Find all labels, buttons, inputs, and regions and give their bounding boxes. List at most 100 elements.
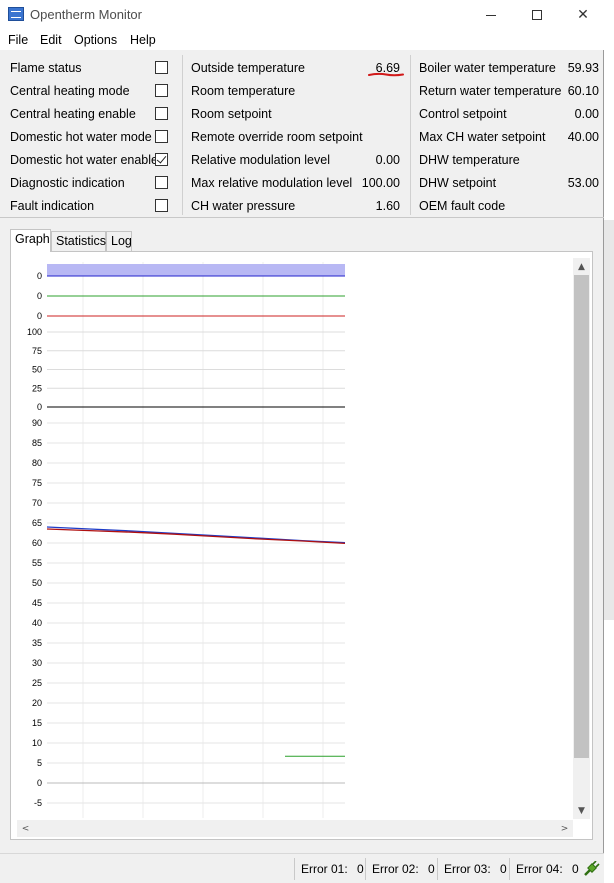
window-title: Opentherm Monitor — [30, 7, 142, 22]
flag-row: Central heating enable — [10, 103, 172, 126]
tab-statistics[interactable]: Statistics — [51, 231, 106, 251]
minimize-button[interactable] — [468, 0, 514, 30]
horizontal-scrollbar[interactable]: < > — [17, 820, 573, 837]
flag-row: Domestic hot water mode — [10, 126, 172, 149]
flag-label: Fault indication — [10, 199, 95, 213]
tab-graph[interactable]: Graph — [10, 229, 51, 252]
vertical-scrollbar[interactable]: ▲ ▼ — [573, 258, 590, 819]
y-tick-label: 0 — [37, 311, 42, 321]
y-tick-label: 30 — [32, 658, 42, 668]
value-text: 0.00 — [375, 153, 400, 167]
scroll-down-icon[interactable]: ▼ — [573, 802, 590, 819]
error-02-status: Error 02: 0 — [365, 858, 437, 880]
scroll-left-icon[interactable]: < — [17, 820, 34, 837]
background-window-strip — [604, 220, 614, 620]
y-tick-label: 0 — [37, 778, 42, 788]
menu-edit[interactable]: Edit — [40, 33, 62, 47]
flag-checkbox[interactable] — [155, 153, 168, 166]
value-text: 53.00 — [567, 176, 599, 190]
y-tick-label: 65 — [32, 518, 42, 528]
value-label: Control setpoint — [419, 107, 507, 121]
column-divider — [410, 55, 411, 215]
app-icon — [8, 7, 24, 21]
y-tick-label: 15 — [32, 718, 42, 728]
graph-panel: 0 0 0 100 75 50 25 0 90 85 80 75 70 65 60 55 50 45 40 35 30 2… — [10, 251, 593, 840]
y-tick-label: 75 — [32, 478, 42, 488]
value-text: 0.00 — [574, 107, 599, 121]
flag-checkbox[interactable] — [155, 84, 168, 97]
error-04-status: Error 04: 0 — [509, 858, 581, 880]
y-tick-label: 60 — [32, 538, 42, 548]
flag-row: Flame status — [10, 57, 172, 80]
flag-checkbox[interactable] — [155, 199, 168, 212]
flag-label: Central heating enable — [10, 107, 136, 121]
value-row: Max relative modulation level 100.00 — [191, 172, 401, 195]
value-text: 40.00 — [567, 130, 599, 144]
value-row: CH water pressure 1.60 — [191, 195, 401, 218]
app-window: Opentherm Monitor ✕ File Edit Options He… — [0, 0, 604, 883]
menu-options[interactable]: Options — [74, 33, 117, 47]
value-row: Return water temperature 60.10 — [419, 80, 599, 103]
value-label: DHW setpoint — [419, 176, 497, 190]
error-03-status: Error 03: 0 — [437, 858, 509, 880]
scroll-thumb[interactable] — [574, 275, 589, 758]
flag-label: Diagnostic indication — [10, 176, 125, 190]
flag-label: Flame status — [10, 61, 82, 75]
y-tick-label: 0 — [37, 271, 42, 281]
value-row: Room temperature — [191, 80, 401, 103]
y-tick-label: 55 — [32, 558, 42, 568]
error-count: 0 — [428, 862, 435, 876]
status-panel: Flame status Central heating mode Centra… — [0, 53, 604, 217]
error-label: Error 02: — [372, 862, 419, 876]
y-tick-label: 80 — [32, 458, 42, 468]
panel-separator — [0, 217, 604, 218]
close-icon: ✕ — [577, 7, 589, 23]
error-label: Error 04: — [516, 862, 563, 876]
y-tick-label: 25 — [32, 678, 42, 688]
flag-row: Diagnostic indication — [10, 172, 172, 195]
value-row: Control setpoint 0.00 — [419, 103, 599, 126]
flag-checkbox[interactable] — [155, 107, 168, 120]
menu-file[interactable]: File — [8, 33, 28, 47]
flag-checkbox[interactable] — [155, 61, 168, 74]
value-label: Relative modulation level — [191, 153, 330, 167]
flag-checkbox[interactable] — [155, 130, 168, 143]
y-tick-label: 45 — [32, 598, 42, 608]
value-label: Return water temperature — [419, 84, 562, 98]
value-label: Max relative modulation level — [191, 176, 353, 190]
value-label: DHW temperature — [419, 153, 520, 167]
value-row: DHW setpoint 53.00 — [419, 172, 599, 195]
status-bar: Error 01: 0 Error 02: 0 Error 03: 0 Erro… — [0, 853, 604, 883]
title-bar[interactable]: Opentherm Monitor ✕ — [0, 0, 604, 30]
graph-plot: 0001007550250908580757065605550454035302… — [27, 262, 346, 818]
plug-connected-icon[interactable] — [583, 861, 600, 877]
value-label: Room temperature — [191, 84, 296, 98]
y-tick-label: 35 — [32, 638, 42, 648]
value-row: Max CH water setpoint 40.00 — [419, 126, 599, 149]
scroll-right-icon[interactable]: > — [556, 820, 573, 837]
minimize-icon — [486, 14, 496, 16]
y-tick-label: 10 — [32, 738, 42, 748]
y-tick-label: 25 — [32, 383, 42, 393]
maximize-button[interactable] — [514, 0, 560, 30]
value-label: OEM fault code — [419, 199, 506, 213]
value-text: 1.60 — [375, 199, 400, 213]
scroll-up-icon[interactable]: ▲ — [573, 258, 590, 275]
error-label: Error 01: — [301, 862, 348, 876]
menu-help[interactable]: Help — [130, 33, 156, 47]
flags-column: Flame status Central heating mode Centra… — [10, 57, 172, 218]
column-divider — [182, 55, 183, 215]
close-button[interactable]: ✕ — [560, 0, 606, 30]
tab-log[interactable]: Log — [106, 231, 132, 251]
value-text: 59.93 — [567, 61, 599, 75]
middle-values-column: Outside temperature 6.69 Room temperature… — [191, 57, 401, 218]
flag-checkbox[interactable] — [155, 176, 168, 189]
y-tick-label: 70 — [32, 498, 42, 508]
value-label: Remote override room setpoint — [191, 130, 363, 144]
error-count: 0 — [500, 862, 507, 876]
value-text: 60.10 — [567, 84, 599, 98]
value-row: Room setpoint — [191, 103, 401, 126]
value-row: DHW temperature — [419, 149, 599, 172]
flag-label: Domestic hot water mode — [10, 130, 152, 144]
value-row: Relative modulation level 0.00 — [191, 149, 401, 172]
